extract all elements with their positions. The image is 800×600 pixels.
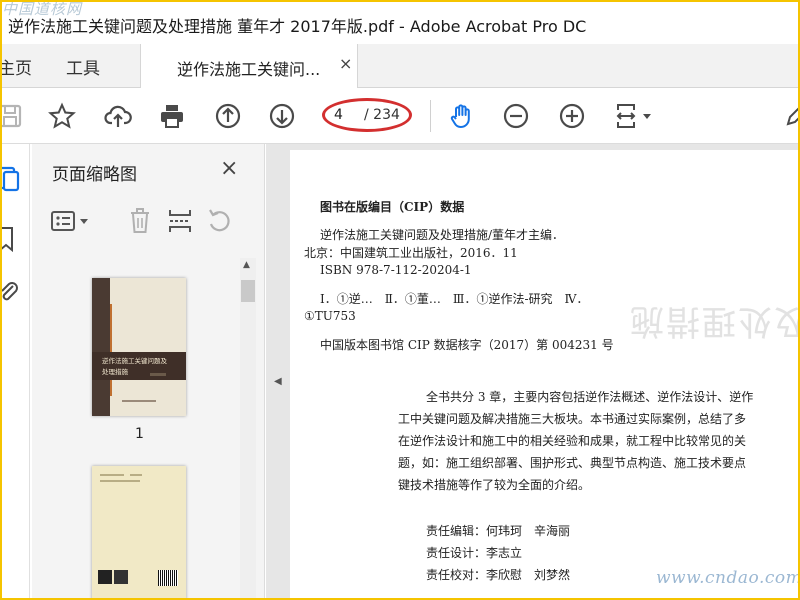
qr-code (98, 570, 112, 584)
doc-line: 逆作法施工关键问题及处理措施/董年才主编． (320, 228, 565, 242)
pen-icon[interactable] (780, 100, 800, 132)
scrollbar-thumb[interactable] (241, 280, 255, 302)
cip-heading: 图书在版编目（CIP）数据 (320, 200, 465, 214)
fit-dropdown-icon[interactable] (640, 100, 654, 132)
bookmark-icon[interactable] (0, 226, 22, 253)
cover-dark-strip (92, 278, 110, 416)
thumbnails-scrollbar[interactable]: ▲ (240, 258, 256, 600)
doc-line: 北京：中国建筑工业出版社，2016．11 (304, 246, 518, 260)
close-panel-icon[interactable]: × (220, 156, 238, 181)
window-title: 逆作法施工关键问题及处理措施 董年才 2017年版.pdf - Adobe Ac… (8, 17, 587, 36)
doc-line: 责任设计：李志立 (426, 546, 523, 560)
nav-tools[interactable]: 工具 (66, 54, 100, 79)
close-tab-icon[interactable]: × (339, 54, 352, 73)
page-down-icon[interactable] (266, 100, 298, 132)
panel-title: 页面缩略图 (52, 165, 137, 185)
fit-page-icon[interactable] (610, 100, 642, 132)
hand-icon[interactable] (446, 100, 478, 132)
page-thumbnail-2[interactable] (92, 466, 186, 600)
nav-home[interactable]: 主页 (0, 54, 32, 79)
print-icon[interactable] (156, 100, 188, 132)
zoom-out-icon[interactable] (500, 100, 532, 132)
page-thumbnail-1[interactable]: 逆作法施工关键问题及 处理措施 (92, 278, 186, 416)
back-cover-text-line (130, 474, 142, 476)
zoom-in-icon[interactable] (556, 100, 588, 132)
rotate-page-icon[interactable] (202, 206, 238, 236)
thumbnail-1-label: 1 (135, 426, 144, 442)
save-icon[interactable] (0, 100, 26, 132)
back-cover-text-line (100, 480, 140, 482)
collapse-panel-icon[interactable]: ◀ (274, 376, 282, 387)
watermark-bottom-right: www.cndao.com (656, 568, 800, 588)
bleed-through-text: 键问题及处理措施 (628, 301, 800, 341)
document-tab-label: 逆作法施工关键问... (177, 60, 321, 79)
cover-title-line-1: 逆作法施工关键问题及 (102, 357, 167, 365)
page-number-input[interactable] (334, 107, 360, 123)
qr-code (114, 570, 128, 584)
cover-publisher-mark (122, 400, 156, 402)
doc-line: 中国版本图书馆 CIP 数据核字（2017）第 004231 号 (320, 338, 614, 352)
toolbar: / 234 (0, 88, 800, 144)
back-cover-text-line (100, 474, 124, 476)
doc-line: 工中关键问题及解决措施三大板块。本书通过实际案例，总结了多 (398, 412, 747, 426)
doc-line: ①TU753 (304, 309, 356, 323)
thumbnails-panel: 页面缩略图 × ▲ 逆作法施工关键问题及 处理措施 1 (32, 144, 265, 600)
page-total: / 234 (364, 107, 400, 123)
document-tab[interactable]: 逆作法施工关键问... × (140, 44, 358, 88)
doc-line: 责任校对：李欣慰 刘梦然 (426, 568, 571, 582)
title-bar: 中国道核网 逆作法施工关键问题及处理措施 董年才 2017年版.pdf - Ad… (0, 0, 800, 44)
cover-title-band: 逆作法施工关键问题及 处理措施 (92, 352, 186, 380)
document-page: 键问题及处理措施 图书在版编目（CIP）数据 逆作法施工关键问题及处理措施/董年… (290, 150, 800, 600)
cover-title-line-2: 处理措施 (102, 368, 128, 376)
barcode (158, 570, 178, 586)
attachment-icon[interactable] (0, 280, 22, 306)
document-viewer[interactable]: ◀ 键问题及处理措施 图书在版编目（CIP）数据 逆作法施工关键问题及处理措施/… (266, 144, 800, 600)
star-icon[interactable] (46, 100, 78, 132)
top-nav: 主页 工具 逆作法施工关键问... × (0, 44, 800, 88)
doc-line: ISBN 978-7-112-20204-1 (320, 263, 472, 277)
page-thumbnails-icon[interactable] (0, 166, 22, 192)
cover-accent-line (110, 304, 112, 396)
scroll-up-icon[interactable]: ▲ (243, 260, 250, 270)
doc-line: 在逆作法设计和施工中的相关经验和成果，就工程中比较常见的关 (398, 434, 747, 448)
insert-page-icon[interactable] (162, 206, 198, 236)
doc-line: Ⅰ．①逆… Ⅱ．①董… Ⅲ．①逆作法-研究 Ⅳ． (320, 292, 589, 306)
page-navigator: / 234 (322, 98, 412, 132)
delete-page-icon[interactable] (122, 206, 158, 236)
doc-line: 键技术措施等作了较为全面的介绍。 (398, 478, 591, 492)
page-up-icon[interactable] (212, 100, 244, 132)
cover-author-mark (150, 373, 166, 376)
toolbar-separator (430, 100, 431, 132)
left-rail (0, 144, 30, 600)
doc-line: 责任编辑：何玮珂 辛海丽 (426, 524, 571, 538)
options-menu-icon[interactable] (48, 206, 96, 236)
upload-cloud-icon[interactable] (102, 100, 134, 132)
doc-line: 题，如：施工组织部署、围护形式、典型节点构造、施工技术要点 (398, 456, 747, 470)
panel-toolbar (32, 200, 265, 250)
doc-line: 全书共分 3 章，主要内容包括逆作法概述、逆作法设计、逆作 (426, 390, 754, 404)
